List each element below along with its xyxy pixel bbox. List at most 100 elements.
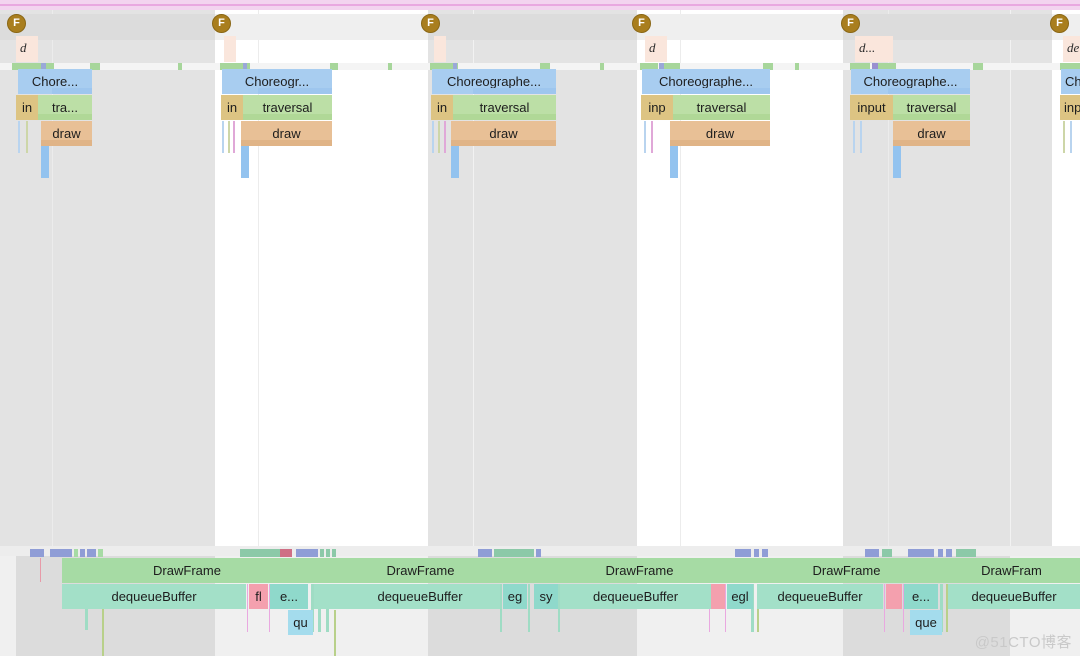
thread-tail bbox=[228, 121, 230, 153]
slice-drawframe-1[interactable]: DrawFrame bbox=[62, 558, 312, 583]
thread-tail bbox=[233, 121, 235, 153]
slice-dequeuebuffer-5[interactable]: dequeueBuffer bbox=[948, 584, 1080, 609]
slice-drawframe-4[interactable]: DrawFrame bbox=[750, 558, 943, 583]
slice-flush-1[interactable]: fl bbox=[249, 584, 268, 609]
thread-tail bbox=[893, 146, 901, 178]
tick-segment bbox=[87, 549, 96, 557]
slice-choreographer-2-underline bbox=[258, 88, 332, 94]
slice-egl-2[interactable]: eg bbox=[503, 584, 527, 609]
tick-segment bbox=[332, 549, 336, 557]
tick-segment bbox=[478, 549, 492, 557]
deadline-label-1: d bbox=[20, 40, 27, 55]
slice-drawframe-2[interactable]: DrawFrame bbox=[312, 558, 529, 583]
thread-tail bbox=[860, 121, 862, 153]
tick-segment bbox=[908, 549, 934, 557]
deadline-slice-1[interactable]: d bbox=[16, 36, 38, 62]
slice-input-2[interactable]: in bbox=[221, 95, 243, 120]
deadline-label-5: d... bbox=[859, 40, 876, 55]
slice-traversal-1-underline bbox=[38, 114, 92, 120]
frame-marker-badge-5[interactable]: F bbox=[841, 14, 860, 33]
slice-dequeuebuffer-1[interactable]: dequeueBuffer bbox=[62, 584, 246, 609]
slice-choreographer-4-underline bbox=[680, 88, 770, 94]
slice-flush-2[interactable] bbox=[711, 584, 725, 609]
frame-marker-badge-4[interactable]: F bbox=[632, 14, 651, 33]
thread-tail bbox=[222, 121, 224, 153]
frame-marker-strip-shade bbox=[428, 14, 637, 40]
tick-segment bbox=[536, 549, 541, 557]
bottom-tail bbox=[247, 584, 248, 632]
bottom-track-pane: DrawFrame DrawFrame DrawFrame DrawFrame … bbox=[0, 546, 1080, 656]
thread-tail bbox=[853, 121, 855, 153]
tick-segment bbox=[882, 549, 892, 557]
slice-dequeuebuffer-2[interactable]: dequeueBuffer bbox=[340, 584, 500, 609]
slice-flush-3[interactable] bbox=[886, 584, 902, 609]
slice-draw-1-underline bbox=[41, 140, 92, 146]
slice-queue-1[interactable]: qu bbox=[288, 610, 313, 635]
tick-segment bbox=[762, 549, 768, 557]
slice-choreographer-5-underline bbox=[888, 88, 970, 94]
slice-drawframe-3[interactable]: DrawFrame bbox=[529, 558, 750, 583]
vsync-segment bbox=[795, 63, 799, 70]
slice-traversal-3-underline bbox=[453, 114, 556, 120]
slice-egl-3[interactable]: egl bbox=[727, 584, 753, 609]
tick-segment bbox=[946, 549, 952, 557]
slice-draw-5-underline bbox=[893, 140, 970, 146]
tick-segment bbox=[80, 549, 85, 557]
tick-segment bbox=[50, 549, 72, 557]
deadline-slice-4[interactable]: d bbox=[645, 36, 667, 62]
slice-input-5[interactable]: input bbox=[850, 95, 893, 120]
thread-tail bbox=[644, 121, 646, 153]
tick-segment bbox=[494, 549, 534, 557]
deadline-slice-2[interactable] bbox=[224, 36, 236, 62]
tick-segment bbox=[30, 549, 44, 557]
frame-marker-badge-6[interactable]: F bbox=[1050, 14, 1069, 33]
tick-segment bbox=[320, 549, 324, 557]
thread-tail bbox=[241, 146, 249, 178]
deadline-slice-6[interactable]: de bbox=[1063, 36, 1080, 62]
slice-drawframe-5[interactable]: DrawFram bbox=[943, 558, 1080, 583]
frame-marker-badge-2[interactable]: F bbox=[212, 14, 231, 33]
slice-queue-2[interactable]: que bbox=[910, 610, 942, 635]
watermark: @51CTO博客 bbox=[974, 634, 1072, 651]
vsync-segment bbox=[973, 63, 983, 70]
slice-egl-1[interactable]: e... bbox=[270, 584, 308, 609]
deadline-label-4: d bbox=[649, 40, 656, 55]
bottom-tail bbox=[528, 584, 530, 632]
slice-input-1[interactable]: in bbox=[16, 95, 38, 120]
thread-tail bbox=[451, 146, 459, 178]
deadline-slice-5[interactable]: d... bbox=[855, 36, 893, 62]
thread-tail bbox=[670, 146, 678, 178]
slice-traversal-2-underline bbox=[243, 114, 332, 120]
vsync-segment bbox=[178, 63, 182, 70]
slice-input-4[interactable]: inp bbox=[641, 95, 673, 120]
frame-marker-badge-1[interactable]: F bbox=[7, 14, 26, 33]
top-rule-pale-lower bbox=[0, 6, 1080, 10]
slice-dequeuebuffer-3[interactable]: dequeueBuffer bbox=[560, 584, 711, 609]
deadline-label-6: de bbox=[1067, 40, 1080, 55]
slice-traversal-5-underline bbox=[893, 114, 970, 120]
tick-segment bbox=[296, 549, 318, 557]
bottom-tail bbox=[334, 610, 336, 656]
thread-tail bbox=[432, 121, 434, 153]
timeline-root: F F F F F F d d d... de Chore... in tra.… bbox=[0, 0, 1080, 656]
tick-segment bbox=[240, 549, 280, 557]
slice-input-3[interactable]: in bbox=[431, 95, 453, 120]
deadline-slice-3[interactable] bbox=[434, 36, 446, 62]
slice-sync-1[interactable]: sy bbox=[534, 584, 558, 609]
tick-segment bbox=[280, 549, 292, 557]
thread-tail bbox=[26, 121, 28, 153]
bottom-tail bbox=[725, 584, 726, 632]
thread-tail bbox=[41, 146, 49, 178]
slice-input-6[interactable]: inp bbox=[1060, 95, 1080, 120]
thread-tail bbox=[18, 121, 20, 153]
frame-marker-badge-3[interactable]: F bbox=[421, 14, 440, 33]
slice-egl-4[interactable]: e... bbox=[904, 584, 938, 609]
thread-tail bbox=[444, 121, 446, 153]
bottom-tail bbox=[40, 558, 41, 582]
thread-tail bbox=[1070, 121, 1072, 153]
slice-dequeuebuffer-4[interactable]: dequeueBuffer bbox=[757, 584, 883, 609]
slice-traversal-4-underline bbox=[673, 114, 770, 120]
tick-segment bbox=[98, 549, 103, 557]
bottom-tail bbox=[884, 584, 885, 632]
slice-choreographer-6[interactable]: Ch bbox=[1061, 69, 1080, 94]
